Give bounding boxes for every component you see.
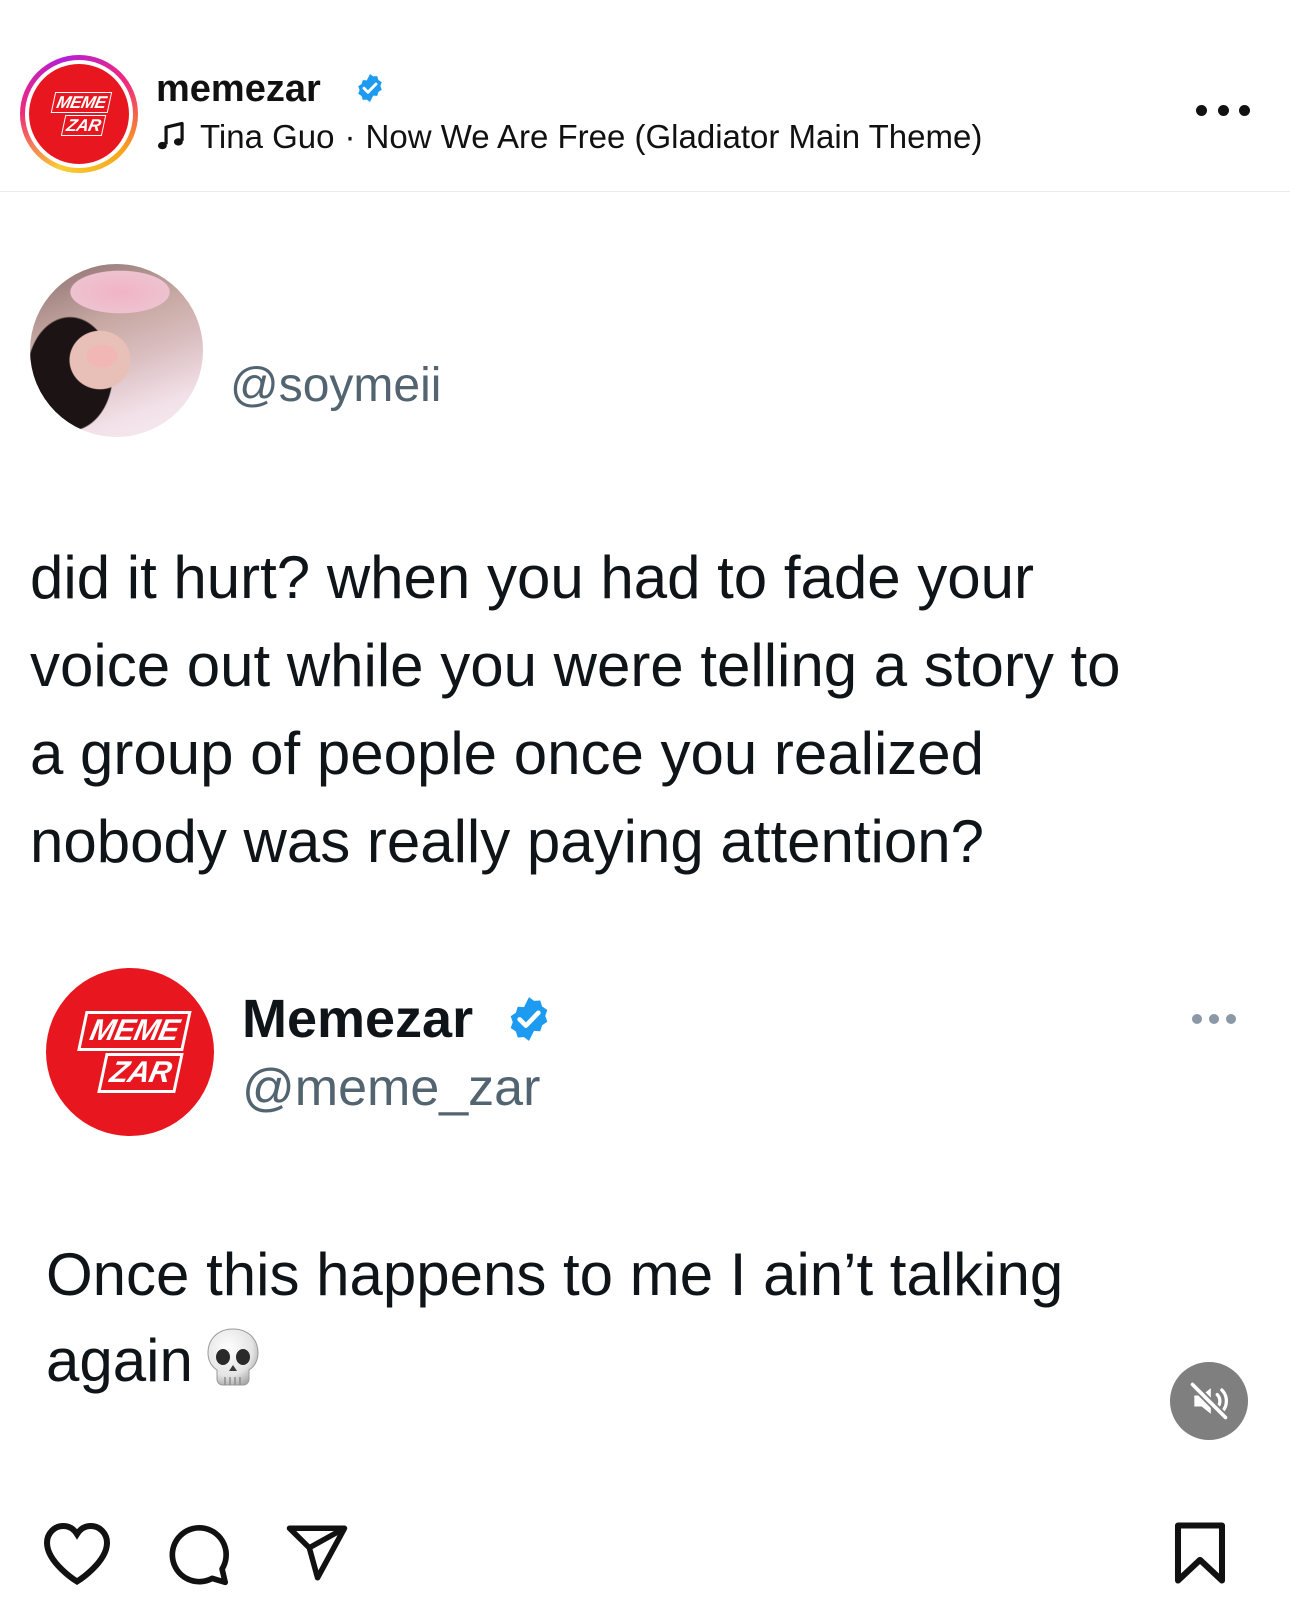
heart-icon[interactable]	[40, 1520, 114, 1586]
more-options-icon[interactable]	[1196, 100, 1250, 120]
soymeii-avatar	[30, 264, 203, 437]
music-separator: ·	[344, 118, 356, 155]
bookmark-icon[interactable]	[1172, 1520, 1228, 1586]
post-header: MEME ZAR memezar Tina Guo · Now We Are F…	[0, 0, 1290, 192]
share-icon[interactable]	[284, 1520, 350, 1586]
logo-text-zar: ZAR	[60, 115, 107, 136]
original-tweet-text: did it hurt? when you had to fade your v…	[30, 534, 1260, 886]
story-ring-avatar[interactable]: MEME ZAR	[20, 55, 138, 173]
reply-display-name: Memezar	[242, 989, 474, 1049]
logo-text-zar: ZAR	[97, 1053, 184, 1093]
memezar-logo-avatar: MEME ZAR	[29, 64, 129, 164]
verified-badge-icon	[504, 994, 554, 1049]
skull-emoji-icon	[207, 1328, 259, 1386]
verified-badge-icon	[354, 72, 386, 109]
tweet-text-line: nobody was really paying attention?	[30, 808, 984, 875]
tweet-text-line: again	[46, 1327, 193, 1394]
mute-icon	[1189, 1381, 1229, 1421]
logo-text-meme: MEME	[50, 92, 113, 113]
music-artist: Tina Guo	[200, 118, 335, 155]
tweet-text-line: Once this happens to me I ain’t talking	[46, 1241, 1064, 1308]
reply-tweet-text: Once this happens to me I ain’t talking …	[46, 1232, 1246, 1404]
tweet-text-line: a group of people once you realized	[30, 720, 985, 787]
music-title: Now We Are Free (Gladiator Main Theme)	[365, 118, 983, 155]
original-tweet-handle: @soymeii	[230, 359, 442, 412]
comment-icon[interactable]	[164, 1520, 232, 1588]
post-username[interactable]: memezar	[156, 68, 321, 111]
logo-text-meme: MEME	[77, 1011, 192, 1051]
mute-button[interactable]	[1170, 1362, 1248, 1440]
tweet-text-line: did it hurt? when you had to fade your	[30, 544, 1035, 611]
music-note-icon	[157, 121, 184, 150]
tweet-more-icon	[1192, 1013, 1236, 1025]
music-attribution[interactable]: Tina Guo · Now We Are Free (Gladiator Ma…	[156, 118, 982, 156]
memezar-reply-avatar: MEME ZAR	[46, 968, 214, 1136]
reply-handle: @meme_zar	[242, 1059, 541, 1117]
tweet-text-line: voice out while you were telling a story…	[30, 632, 1121, 699]
